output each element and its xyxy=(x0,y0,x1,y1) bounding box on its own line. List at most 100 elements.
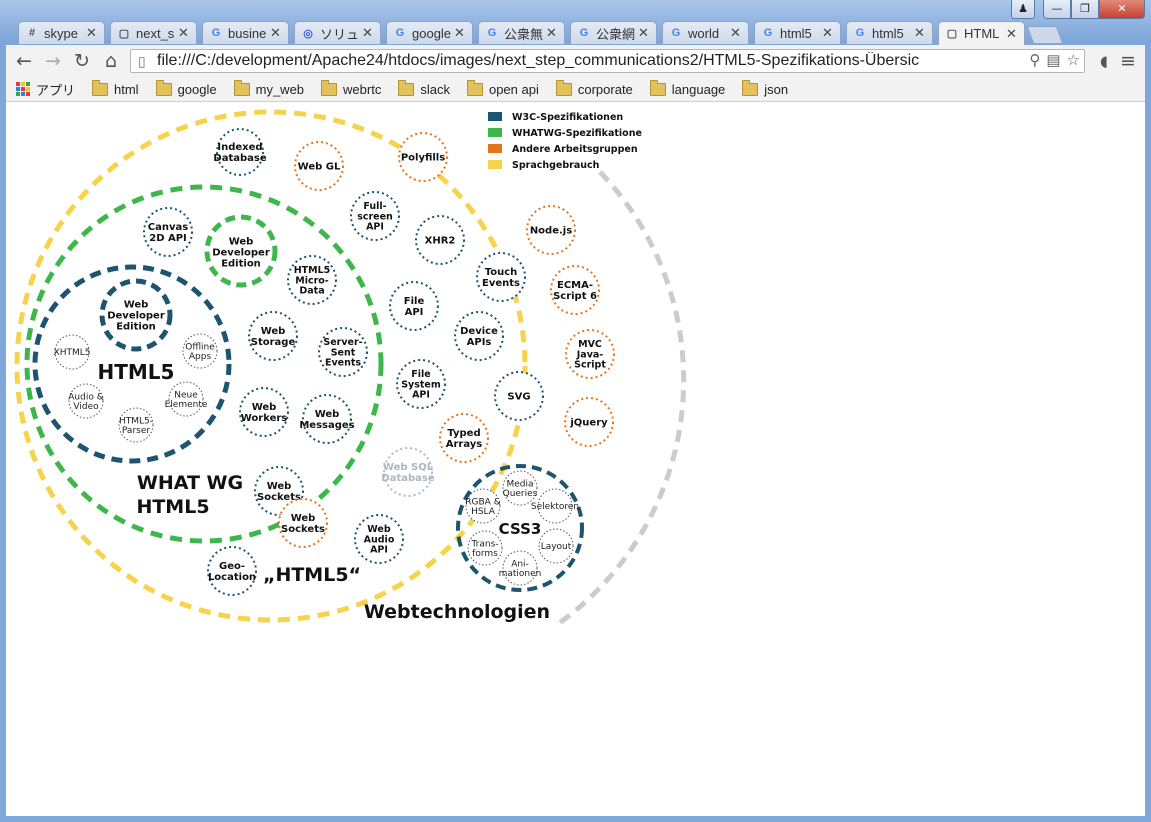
webtech-ring xyxy=(556,170,687,627)
node-label: XHR2 xyxy=(425,236,456,247)
node-label: Arrays xyxy=(446,439,483,450)
bookmark-html[interactable]: html xyxy=(92,79,139,97)
close-tab-icon[interactable]: ✕ xyxy=(178,25,192,41)
legend-swatch xyxy=(488,144,502,153)
node-label: Web xyxy=(315,409,340,420)
html5-spec-diagram: W3C-Spezifikationen WHATWG-Spezifikatione… xyxy=(14,109,687,627)
close-tab-icon[interactable]: ✕ xyxy=(362,25,376,41)
node-label: Data xyxy=(299,286,324,297)
tab-favicon-icon: G xyxy=(487,27,497,39)
folder-icon xyxy=(92,79,109,96)
feature-label: mationen xyxy=(499,569,542,579)
feature-label: Apps xyxy=(189,352,212,362)
node-label: Web xyxy=(267,481,292,492)
node-label: Script 6 xyxy=(553,291,597,302)
node-label: Events xyxy=(325,358,361,369)
tab-3[interactable]: ◎ ソリュ ✕ xyxy=(294,21,381,44)
maximize-button[interactable]: ❐ xyxy=(1071,0,1099,19)
node-label: ECMA- xyxy=(557,280,593,291)
extension-icon[interactable]: ◖ xyxy=(1092,49,1116,73)
node-label: SVG xyxy=(507,392,530,403)
bookmark-json[interactable]: json xyxy=(742,79,788,97)
legend-label: WHATWG-Spezifikatione xyxy=(512,128,642,139)
bookmark-corporate[interactable]: corporate xyxy=(555,79,633,97)
bookmark-my_web[interactable]: my_web xyxy=(233,79,305,97)
window-controls: ♟ — ❐ ✕ xyxy=(1011,0,1145,19)
close-tab-icon[interactable]: ✕ xyxy=(822,25,836,41)
node-label: Geo- xyxy=(219,561,245,572)
close-tab-icon[interactable]: ✕ xyxy=(730,25,744,41)
user-icon[interactable]: ♟ xyxy=(1011,0,1035,19)
feature-label: Media xyxy=(506,479,533,489)
node-label: Workers xyxy=(241,413,288,424)
close-tab-icon[interactable]: ✕ xyxy=(270,25,284,41)
new-tab-button[interactable] xyxy=(1026,26,1064,44)
tab-0[interactable]: # skype ✕ xyxy=(18,21,105,44)
html5-usage-ring xyxy=(14,109,528,623)
back-button[interactable]: ← xyxy=(12,49,36,73)
tab-favicon-icon: G xyxy=(671,27,681,39)
close-tab-icon[interactable]: ✕ xyxy=(546,25,560,41)
node-label: 2D API xyxy=(149,233,187,244)
feature-label: HTML5- xyxy=(119,416,153,426)
feature-label: XHTML5 xyxy=(54,348,91,358)
close-tab-icon[interactable]: ✕ xyxy=(86,25,100,41)
bookmark-google[interactable]: google xyxy=(155,79,217,97)
bookmark-language[interactable]: language xyxy=(649,79,726,97)
bookmark-webrtc[interactable]: webrtc xyxy=(321,79,382,97)
omnibox-icons: ⚲ ▤ ☆ xyxy=(1029,51,1080,69)
address-bar[interactable]: ▯ file:///C:/development/Apache24/htdocs… xyxy=(130,49,1085,73)
bookmark-label: language xyxy=(671,81,726,97)
node-label: File xyxy=(404,296,425,307)
node-label: Storage xyxy=(251,337,296,348)
tab-1[interactable]: ▢ next_s ✕ xyxy=(110,21,197,44)
tab-title: HTML xyxy=(964,26,1000,41)
bookmark-label: html xyxy=(114,81,139,97)
webtech-label: Webtechnologien xyxy=(364,601,550,623)
tab-7[interactable]: Gworld ✕ xyxy=(662,21,749,44)
minimize-button[interactable]: — xyxy=(1043,0,1071,19)
close-tab-icon[interactable]: ✕ xyxy=(454,25,468,41)
node-label: Edition xyxy=(221,258,261,269)
tab-favicon-icon: G xyxy=(395,27,405,39)
close-tab-icon[interactable]: ✕ xyxy=(1006,26,1020,42)
bookmark-label: my_web xyxy=(255,81,305,97)
tab-4[interactable]: Ggoogle ✕ xyxy=(386,21,473,44)
bookmark-open-api[interactable]: open api xyxy=(466,79,539,97)
node-label: Developer xyxy=(212,248,270,259)
page-content: W3C-Spezifikationen WHATWG-Spezifikatione… xyxy=(6,102,1145,816)
close-tab-icon[interactable]: ✕ xyxy=(638,25,652,41)
legend-swatch xyxy=(488,160,502,169)
forward-button[interactable]: → xyxy=(41,49,65,73)
tab-9[interactable]: Ghtml5 ✕ xyxy=(846,21,933,44)
bookmark-label: webrtc xyxy=(343,81,382,97)
node-label: Developer xyxy=(107,311,165,322)
reload-button[interactable]: ↻ xyxy=(70,49,94,73)
feature-label: forms xyxy=(472,549,498,559)
node-label: Touch xyxy=(485,267,518,278)
tab-favicon-icon: ◎ xyxy=(303,27,313,40)
reader-icon[interactable]: ▤ xyxy=(1046,51,1060,69)
tab-8[interactable]: Ghtml5 ✕ xyxy=(754,21,841,44)
bookmark-apps[interactable]: アプリ xyxy=(36,80,75,99)
url-text[interactable]: file:///C:/development/Apache24/htdocs/i… xyxy=(157,52,1012,70)
close-tab-icon[interactable]: ✕ xyxy=(914,25,928,41)
close-window-button[interactable]: ✕ xyxy=(1099,0,1145,19)
home-button[interactable]: ⌂ xyxy=(99,49,123,73)
node-label: Typed xyxy=(447,428,480,439)
page-icon: ▯ xyxy=(138,53,146,69)
folder-icon xyxy=(155,79,172,96)
tab-2[interactable]: Gbusine ✕ xyxy=(202,21,289,44)
search-icon[interactable]: ⚲ xyxy=(1029,51,1040,69)
legend-swatch xyxy=(488,128,502,137)
node-label: Web xyxy=(229,237,254,248)
apps-icon[interactable] xyxy=(16,82,30,96)
node-label: Script xyxy=(574,360,606,371)
tab-6[interactable]: G 公衆網 ✕ xyxy=(570,21,657,44)
legend-label: Andere Arbeitsgruppen xyxy=(512,144,638,155)
bookmark-slack[interactable]: slack xyxy=(398,79,450,97)
tab-10[interactable]: ▢ HTML ✕ xyxy=(938,21,1025,45)
star-icon[interactable]: ☆ xyxy=(1067,51,1080,69)
menu-button[interactable]: ≡ xyxy=(1116,49,1140,73)
tab-5[interactable]: G 公衆無 ✕ xyxy=(478,21,565,44)
